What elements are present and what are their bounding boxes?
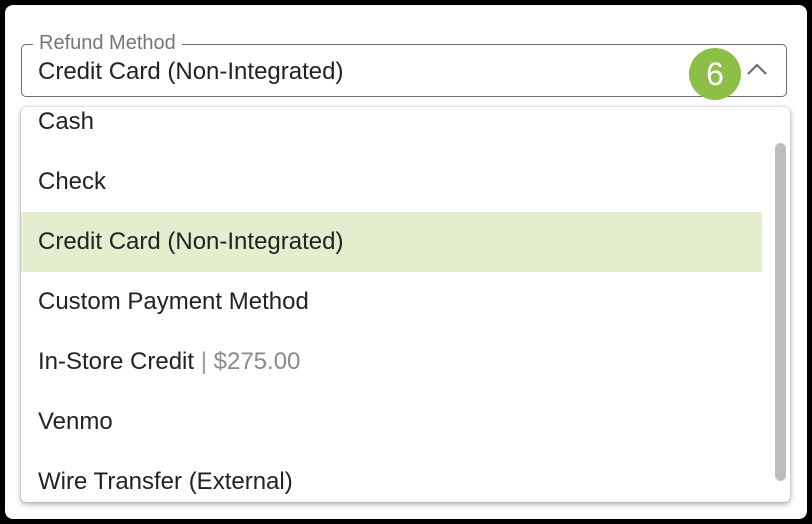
field-label: Refund Method	[33, 31, 182, 55]
menu-item-in-store-credit[interactable]: In-Store Credit | $275.00	[21, 332, 762, 392]
page-frame: Refund Method Credit Card (Non-Integrate…	[5, 5, 807, 519]
menu-scrollbar[interactable]	[775, 143, 786, 481]
chevron-up-icon[interactable]	[746, 62, 768, 76]
credit-amount: $275.00	[213, 348, 301, 375]
menu-item-label: Wire Transfer (External)	[38, 468, 293, 495]
item-separator: |	[200, 348, 214, 375]
menu-item-label: In-Store Credit	[38, 348, 195, 375]
menu-item-credit-card[interactable]: Credit Card (Non-Integrated)	[21, 212, 762, 272]
menu-list: Cash Check Credit Card (Non-Integrated) …	[21, 107, 762, 502]
menu-item-venmo[interactable]: Venmo	[21, 392, 762, 452]
step-number-badge: 6	[689, 48, 741, 100]
menu-item-wire-transfer[interactable]: Wire Transfer (External)	[21, 452, 762, 502]
menu-item-label: Cash	[38, 108, 95, 135]
menu-item-check[interactable]: Check	[21, 152, 762, 212]
menu-item-custom-payment[interactable]: Custom Payment Method	[21, 272, 762, 332]
refund-method-select[interactable]: Refund Method Credit Card (Non-Integrate…	[21, 31, 787, 100]
menu-item-label: Check	[38, 168, 107, 195]
selected-value: Credit Card (Non-Integrated)	[38, 58, 344, 85]
menu-item-cash[interactable]: Cash	[21, 107, 762, 152]
menu-item-label: Custom Payment Method	[38, 288, 309, 315]
menu-item-label: Venmo	[38, 408, 113, 435]
menu-item-label: Credit Card (Non-Integrated)	[38, 228, 344, 255]
refund-method-menu: Cash Check Credit Card (Non-Integrated) …	[21, 107, 790, 502]
